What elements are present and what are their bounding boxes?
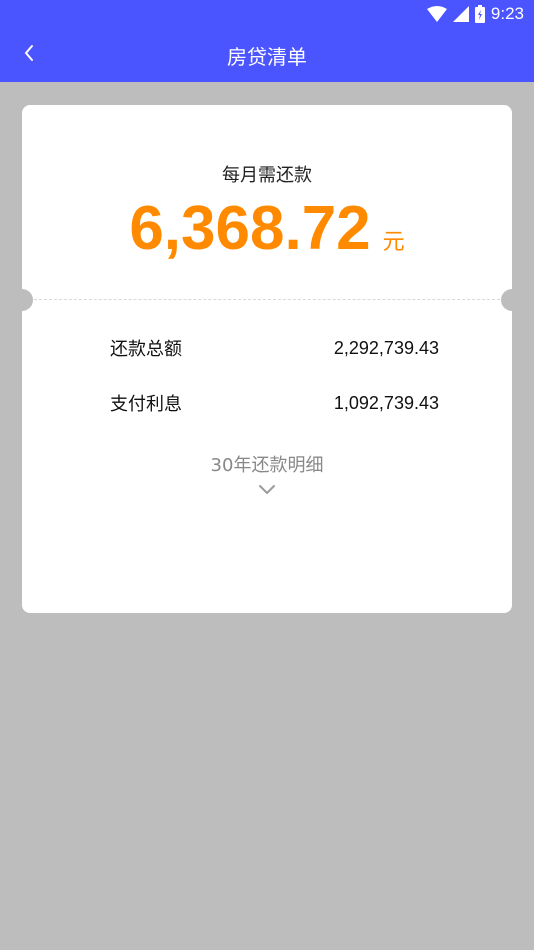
- ticket-notch-left: [11, 289, 33, 311]
- total-repayment-value: 2,292,739.43: [333, 337, 439, 358]
- status-icons: 9:23: [426, 3, 524, 25]
- battery-icon: [474, 5, 485, 23]
- dashed-divider: [34, 299, 500, 300]
- monthly-payment: 6,368.72 元: [22, 193, 512, 264]
- status-bar: 9:23: [0, 0, 534, 28]
- currency-unit: 元: [382, 230, 405, 255]
- wifi-icon: [426, 6, 447, 22]
- interest-value: 1,092,739.43: [333, 392, 439, 413]
- app-bar: 房贷清单: [0, 28, 534, 82]
- total-repayment-row: 还款总额 2,292,739.43: [110, 333, 439, 363]
- monthly-payment-amount: 6,368.72: [129, 194, 371, 263]
- chevron-down-icon: [22, 483, 512, 495]
- signal-icon: [452, 6, 469, 22]
- loan-summary-card: 每月需还款 6,368.72 元 还款总额 2,292,739.43 支付利息 …: [11, 105, 523, 613]
- total-repayment-label: 还款总额: [110, 339, 182, 360]
- interest-row: 支付利息 1,092,739.43: [110, 388, 439, 418]
- repayment-detail-toggle[interactable]: 30年还款明细: [22, 451, 512, 495]
- page-title: 房贷清单: [227, 44, 307, 69]
- interest-label: 支付利息: [110, 394, 182, 415]
- ticket-notch-right: [501, 289, 523, 311]
- monthly-payment-label: 每月需还款: [222, 165, 312, 186]
- status-time: 9:23: [490, 4, 524, 23]
- repayment-detail-label: 30年还款明细: [210, 455, 324, 476]
